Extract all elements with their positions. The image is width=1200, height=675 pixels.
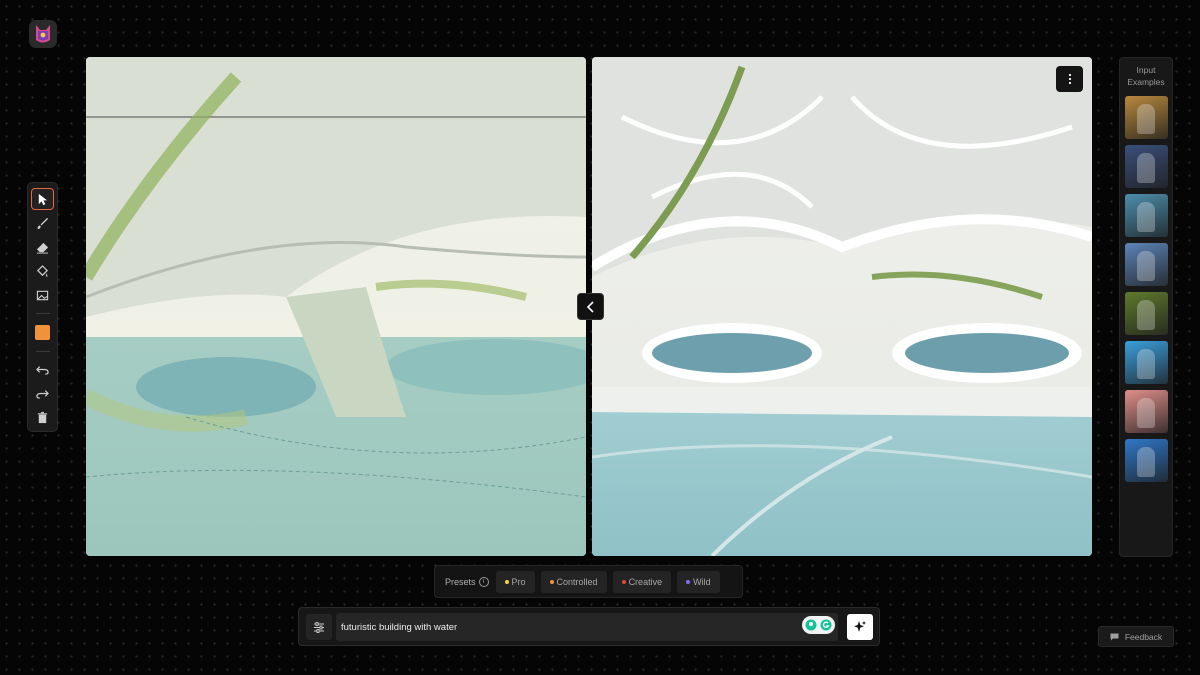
example-armored-knight[interactable] xyxy=(1125,145,1168,188)
chevron-left-icon xyxy=(586,300,594,313)
image-options-button[interactable] xyxy=(1056,66,1083,92)
presets-bar: Presets i Pro Controlled Creative Wild xyxy=(434,565,743,598)
preset-dot xyxy=(504,579,509,584)
settings-button[interactable] xyxy=(306,614,332,640)
fill-tool[interactable] xyxy=(31,260,54,282)
example-elf-archer[interactable] xyxy=(1125,96,1168,139)
app-logo[interactable] xyxy=(29,20,57,48)
thumb-figure xyxy=(1137,447,1155,477)
image-tool[interactable] xyxy=(31,284,54,306)
preset-creative[interactable]: Creative xyxy=(612,570,672,593)
example-castle-scene[interactable] xyxy=(1125,194,1168,237)
clear-button[interactable] xyxy=(31,407,54,429)
redo-button[interactable] xyxy=(31,383,54,405)
preset-dot xyxy=(621,579,626,584)
thumb-figure xyxy=(1137,104,1155,134)
cursor-icon xyxy=(38,193,48,205)
preset-controlled[interactable]: Controlled xyxy=(540,570,607,593)
feedback-label: Feedback xyxy=(1124,631,1163,642)
eraser-icon xyxy=(36,242,49,254)
toolbar-divider xyxy=(35,313,50,315)
undo-button[interactable] xyxy=(31,359,54,381)
more-vertical-icon xyxy=(1068,73,1071,85)
grammarly-icon xyxy=(820,619,832,631)
generated-image-panel[interactable] xyxy=(592,57,1092,556)
brush-icon xyxy=(37,217,49,229)
generated-image xyxy=(592,57,1092,556)
thumb-figure xyxy=(1137,251,1155,281)
chat-icon xyxy=(1110,633,1119,640)
thumb-figure xyxy=(1137,349,1155,379)
example-elephant-drawing[interactable] xyxy=(1125,390,1168,433)
preset-dot xyxy=(686,579,691,584)
prompt-bar: futuristic building with water xyxy=(298,607,880,646)
input-examples-panel: Input Examples xyxy=(1119,57,1173,557)
example-octopus-silhouette[interactable] xyxy=(1125,341,1168,384)
select-tool[interactable] xyxy=(31,188,54,211)
thumb-figure xyxy=(1137,202,1155,232)
brush-tool[interactable] xyxy=(31,212,54,234)
examples-title: Input Examples xyxy=(1120,64,1172,88)
eraser-tool[interactable] xyxy=(31,236,54,258)
presets-label: Presets xyxy=(445,576,476,587)
extension-badge[interactable] xyxy=(802,616,835,634)
example-tree-creature[interactable] xyxy=(1125,292,1168,335)
preset-label: Creative xyxy=(628,576,663,587)
preset-label: Wild xyxy=(693,576,711,587)
redo-icon xyxy=(36,390,49,400)
examples-title-line2: Examples xyxy=(1127,77,1165,87)
preset-pro[interactable]: Pro xyxy=(495,570,535,593)
drawing-toolbar xyxy=(27,182,58,432)
preset-dot xyxy=(549,579,554,584)
info-icon[interactable]: i xyxy=(478,576,489,587)
example-kids-drawing[interactable] xyxy=(1125,439,1168,482)
thumb-figure xyxy=(1137,153,1155,183)
undo-icon xyxy=(36,366,49,376)
sliders-icon xyxy=(314,621,324,633)
color-picker[interactable] xyxy=(35,325,50,340)
trash-icon xyxy=(37,412,48,424)
preset-label: Pro xyxy=(511,576,526,587)
preset-wild[interactable]: Wild xyxy=(677,570,720,593)
prompt-input[interactable]: futuristic building with water xyxy=(336,613,838,641)
example-forest-path[interactable] xyxy=(1125,243,1168,286)
toolbar-divider xyxy=(35,350,50,352)
collapse-panel-button[interactable] xyxy=(577,293,604,320)
image-icon xyxy=(36,290,49,301)
fox-logo-icon xyxy=(36,25,50,43)
thumb-figure xyxy=(1137,300,1155,330)
examples-title-line1: Input xyxy=(1136,65,1156,75)
sparkle-icon xyxy=(854,621,866,632)
sketch-canvas[interactable] xyxy=(86,57,586,556)
sketch-image xyxy=(86,57,586,556)
grammar-extension-icon xyxy=(805,619,817,631)
generate-button[interactable] xyxy=(847,614,873,640)
preset-label: Controlled xyxy=(556,576,598,587)
paint-bucket-icon xyxy=(37,264,48,277)
thumb-figure xyxy=(1137,398,1155,428)
feedback-button[interactable]: Feedback xyxy=(1098,626,1174,647)
